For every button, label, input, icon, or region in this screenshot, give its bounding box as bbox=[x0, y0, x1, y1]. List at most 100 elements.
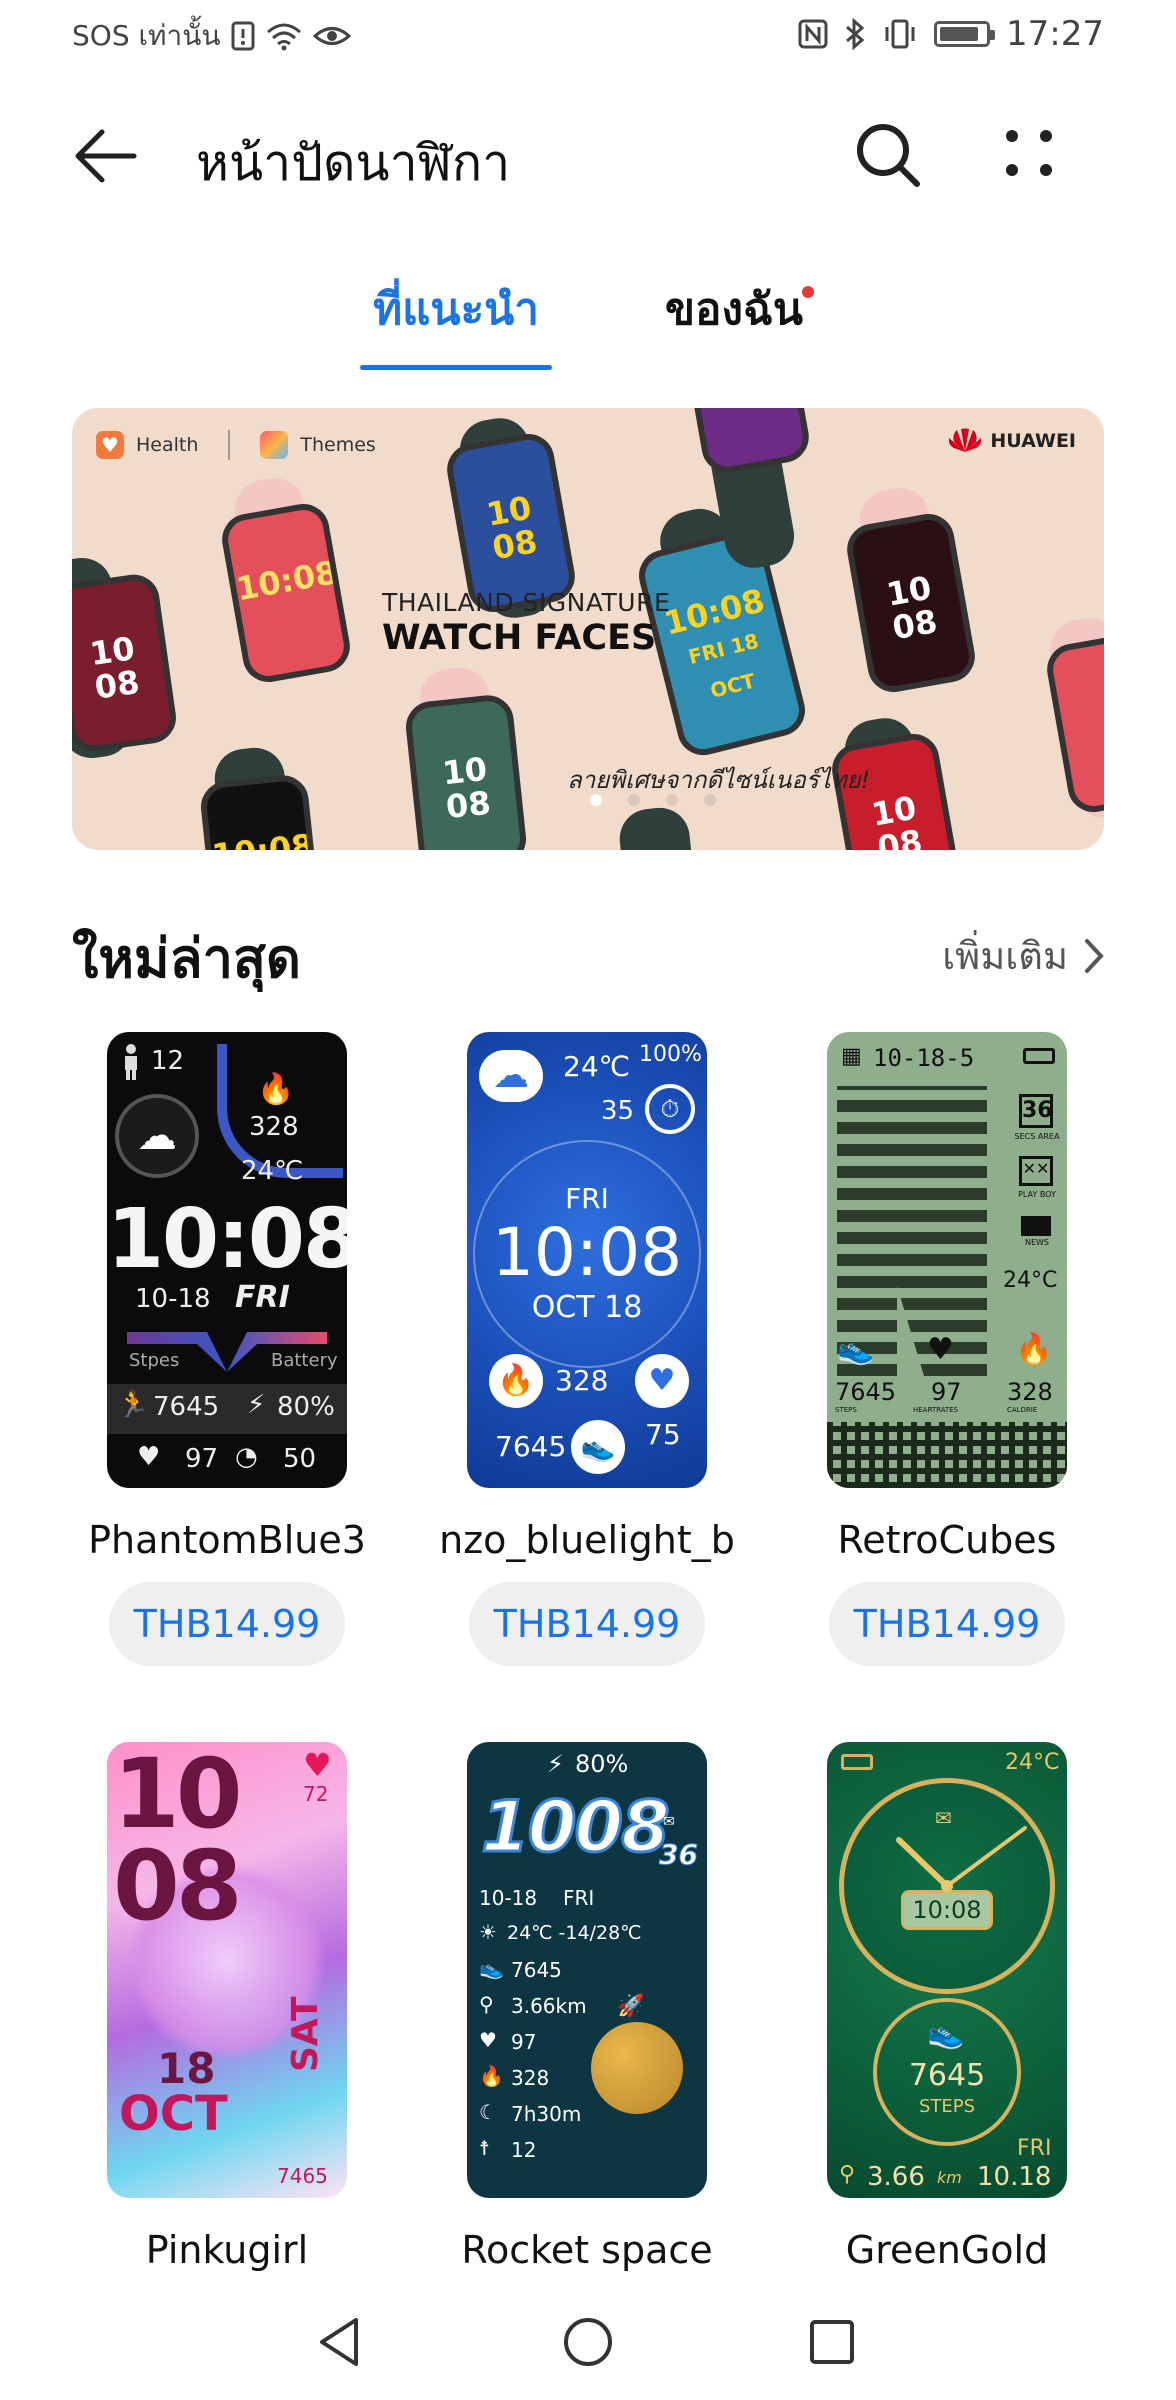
watchface-thumbnail[interactable]: 24°C ✉ 10:08 👟 7645 STEPS ⚲ 3.66 km FRI … bbox=[827, 1742, 1067, 2198]
recents-square-icon[interactable] bbox=[808, 2318, 856, 2366]
steps: 7645 bbox=[835, 1378, 897, 1406]
heart-rate: 97 bbox=[511, 2030, 537, 2054]
watchface-card[interactable]: ⚡ 80% 1008 ✉ 36 10-18 FRI ☀ 24℃ -14/28℃ … bbox=[461, 1742, 713, 2272]
heart-rate: 97 bbox=[185, 1444, 219, 1474]
tab-mine[interactable]: ของฉัน bbox=[654, 270, 814, 370]
watchface-name[interactable]: GreenGold bbox=[767, 2228, 1127, 2272]
play-label: PLAY BOY bbox=[1018, 1190, 1056, 1199]
section-header: ใหม่ล่าสุด เพิ่มเติม bbox=[72, 915, 1104, 990]
run-icon: 🏃 bbox=[117, 1390, 150, 1420]
pixel-pattern bbox=[827, 1422, 1067, 1488]
watchface-thumbnail[interactable]: ▦ 10-18-5 36 SECS AREA ✕✕ PLAY BOY NEWS … bbox=[827, 1032, 1067, 1488]
shoe-icon: 👟 bbox=[571, 1420, 625, 1474]
rocket-icon: 🚀 bbox=[617, 1994, 645, 2019]
alert-icon bbox=[231, 21, 255, 51]
gauge-icon: ◔ bbox=[235, 1442, 258, 1472]
promo-banner[interactable]: ♥ Health Themes HUAWEI 10 08 10:08 10 08 … bbox=[72, 408, 1104, 850]
watchface-name[interactable]: PhantomBlue3 bbox=[47, 1518, 407, 1562]
page-dot[interactable] bbox=[628, 794, 640, 806]
price-button[interactable]: THB14.99 bbox=[829, 1582, 1065, 1666]
watchface-name[interactable]: nzo_bluelight_b bbox=[407, 1518, 767, 1562]
watchface-card[interactable]: ▦ 10-18-5 36 SECS AREA ✕✕ PLAY BOY NEWS … bbox=[827, 1032, 1067, 1666]
thunderstorm-icon: ☁ bbox=[115, 1094, 199, 1178]
brand-huawei: HUAWEI bbox=[990, 430, 1076, 452]
clock: 17:27 bbox=[1006, 14, 1104, 54]
more-icon[interactable] bbox=[1002, 126, 1058, 182]
notification-dot bbox=[802, 286, 814, 298]
steps-count: 12 bbox=[151, 1046, 185, 1076]
heart-icon: ♥ bbox=[635, 1354, 689, 1408]
heart-label: HEARTRATES bbox=[913, 1406, 959, 1414]
price-button[interactable]: THB14.99 bbox=[109, 1582, 345, 1666]
status-right: 17:27 bbox=[798, 14, 1104, 54]
sos-text: SOS เท่านั้น bbox=[72, 19, 221, 52]
sun-icon: ☀ bbox=[479, 1920, 497, 1944]
more-label: เพิ่มเติม bbox=[942, 934, 1068, 978]
gamepad-icon: ✕✕ bbox=[1019, 1156, 1053, 1186]
eye-icon bbox=[312, 27, 351, 45]
watchface-name[interactable]: RetroCubes bbox=[767, 1518, 1127, 1562]
weekday: FRI bbox=[565, 1182, 609, 1215]
banner-headline-line1: THAILAND SIGNATURE bbox=[382, 588, 671, 617]
time: 10:08 bbox=[491, 1214, 683, 1291]
cloud-icon: ☁ bbox=[479, 1050, 543, 1102]
watchface-thumbnail[interactable]: 10 08 ♥ 72 18 OCT SAT 7465 bbox=[107, 1742, 347, 2198]
watchface-card[interactable]: 12 ☁ 🔥 328 24℃ 10:08 10-18 FRI Stpes Bat… bbox=[88, 1032, 366, 1666]
time: 10:08 bbox=[107, 1192, 347, 1287]
back-arrow-icon[interactable] bbox=[74, 128, 138, 184]
shoe-icon: 👟 bbox=[479, 1956, 504, 1980]
battery-label: Battery bbox=[271, 1350, 338, 1371]
steps: 7645 bbox=[495, 1430, 567, 1463]
watchface-card[interactable]: 24°C ✉ 10:08 👟 7645 STEPS ⚲ 3.66 km FRI … bbox=[827, 1742, 1067, 2272]
flame-icon: 🔥 bbox=[479, 2064, 504, 2088]
vibrate-icon bbox=[885, 19, 915, 49]
watchface-card[interactable]: 10 08 ♥ 72 18 OCT SAT 7465 Pinkugirl bbox=[107, 1742, 347, 2272]
distance: 3.66 bbox=[867, 2162, 925, 2192]
steps: 7645 bbox=[153, 1392, 220, 1422]
weekday: FRI bbox=[1017, 2136, 1052, 2161]
location-icon: ⚲ bbox=[479, 1992, 494, 2016]
stand-hours: 12 bbox=[511, 2138, 537, 2162]
sleep: 7h30m bbox=[511, 2102, 582, 2126]
tab-recommended[interactable]: ที่แนะนำ bbox=[360, 270, 552, 370]
watchface-name[interactable]: Pinkugirl bbox=[47, 2228, 407, 2272]
flame-icon: 🔥 bbox=[1015, 1332, 1053, 1367]
steps: 7645 bbox=[511, 1958, 562, 1982]
bolt-icon: ⚡ bbox=[547, 1750, 564, 1778]
back-triangle-icon[interactable] bbox=[316, 2316, 362, 2368]
date: 10.18 bbox=[977, 2162, 1052, 2192]
home-circle-icon[interactable] bbox=[562, 2316, 614, 2368]
huawei-flower-icon bbox=[949, 428, 982, 452]
weekday: FRI bbox=[235, 1280, 290, 1315]
steps-label: STEPS bbox=[835, 1406, 857, 1414]
more-link[interactable]: เพิ่มเติม bbox=[942, 925, 1104, 986]
watchface-name[interactable]: Rocket space bbox=[407, 2228, 767, 2272]
time: 1008 bbox=[480, 1785, 672, 1870]
temperature: 24°C bbox=[1003, 1268, 1058, 1293]
flame-icon: 🔥 bbox=[489, 1354, 543, 1408]
watch-image: 10:08 bbox=[218, 499, 354, 687]
banner-brands: ♥ Health Themes bbox=[96, 430, 376, 460]
tab-indicator bbox=[360, 365, 552, 370]
calorie-label: CALORIE bbox=[1007, 1406, 1038, 1414]
brand-health: Health bbox=[136, 434, 199, 456]
heart-rate: 75 bbox=[645, 1418, 681, 1451]
moon-icon: ☾ bbox=[479, 2100, 497, 2124]
watchface-thumbnail[interactable]: ⚡ 80% 1008 ✉ 36 10-18 FRI ☀ 24℃ -14/28℃ … bbox=[467, 1742, 707, 2198]
month: OCT bbox=[119, 2086, 228, 2142]
bolt-icon: ⚡ bbox=[247, 1390, 266, 1420]
page-dot[interactable] bbox=[666, 794, 678, 806]
weekday: FRI bbox=[563, 1886, 595, 1910]
page-dot[interactable] bbox=[590, 794, 602, 806]
watch-image: 10:08 bbox=[198, 772, 324, 850]
section-title: ใหม่ล่าสุด bbox=[72, 927, 301, 990]
price-button[interactable]: THB14.99 bbox=[469, 1582, 705, 1666]
watchface-card[interactable]: ☁ 24℃ 100% 35 ⏱ FRI 10:08 OCT 18 🔥 328 ♥… bbox=[439, 1032, 735, 1666]
page-dot[interactable] bbox=[704, 794, 716, 806]
watchface-thumbnail[interactable]: 12 ☁ 🔥 328 24℃ 10:08 10-18 FRI Stpes Bat… bbox=[107, 1032, 347, 1488]
date: OCT 18 bbox=[531, 1290, 643, 1325]
tab-recommended-label: ที่แนะนำ bbox=[373, 284, 539, 335]
heart-icon: ♥ bbox=[479, 2028, 497, 2052]
watchface-thumbnail[interactable]: ☁ 24℃ 100% 35 ⏱ FRI 10:08 OCT 18 🔥 328 ♥… bbox=[467, 1032, 707, 1488]
search-icon[interactable] bbox=[855, 122, 921, 188]
